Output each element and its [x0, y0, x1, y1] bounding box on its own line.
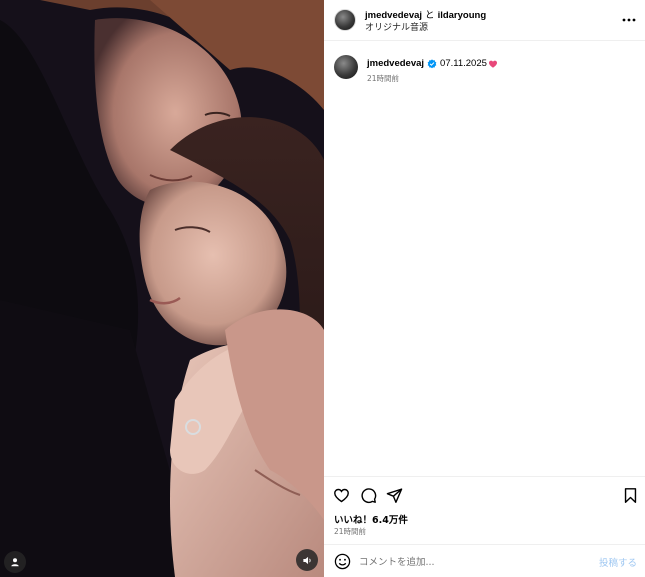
more-horizontal-icon[interactable] — [621, 12, 637, 28]
caption-text: 07.11.2025 — [440, 58, 487, 69]
author-avatar[interactable] — [334, 9, 356, 31]
caption-time: 21時間前 — [367, 74, 400, 83]
bookmark-icon[interactable] — [622, 487, 639, 504]
post-actions: いいね！6.4万件 21時間前 — [324, 476, 645, 544]
collaborator-username[interactable]: ildaryoung — [438, 10, 487, 21]
caption-line: jmedvedevaj 07.11.2025 — [367, 58, 498, 69]
caption-username[interactable]: jmedvedevaj — [367, 58, 424, 69]
user-tag-button[interactable] — [4, 551, 26, 573]
user-tag-icon — [11, 558, 19, 567]
speaker-icon — [302, 556, 311, 564]
comment-icon[interactable] — [360, 487, 377, 504]
audio-label[interactable]: オリジナル音源 — [365, 20, 428, 33]
comment-bar: 投稿する — [324, 544, 645, 577]
post-photo — [0, 0, 324, 577]
likes-count[interactable]: いいね！6.4万件 — [334, 512, 408, 526]
post-authors: jmedvedevaj と ildaryoung — [365, 7, 486, 21]
post-header: jmedvedevaj と ildaryoung オリジナル音源 — [324, 0, 645, 41]
comment-input[interactable] — [359, 554, 579, 570]
pink-heart-icon — [488, 60, 497, 68]
mute-toggle-button[interactable] — [296, 549, 318, 571]
post-media[interactable] — [0, 0, 324, 577]
share-icon[interactable] — [386, 487, 403, 504]
post-comment-button[interactable]: 投稿する — [599, 555, 637, 569]
smiley-icon[interactable] — [334, 553, 351, 570]
verified-badge-icon — [427, 58, 437, 68]
post-time: 21時間前 — [334, 527, 367, 536]
caption-avatar[interactable] — [334, 55, 358, 79]
heart-icon[interactable] — [333, 487, 350, 504]
post-details-panel: jmedvedevaj と ildaryoung オリジナル音源 jmedvedev… — [324, 0, 645, 577]
